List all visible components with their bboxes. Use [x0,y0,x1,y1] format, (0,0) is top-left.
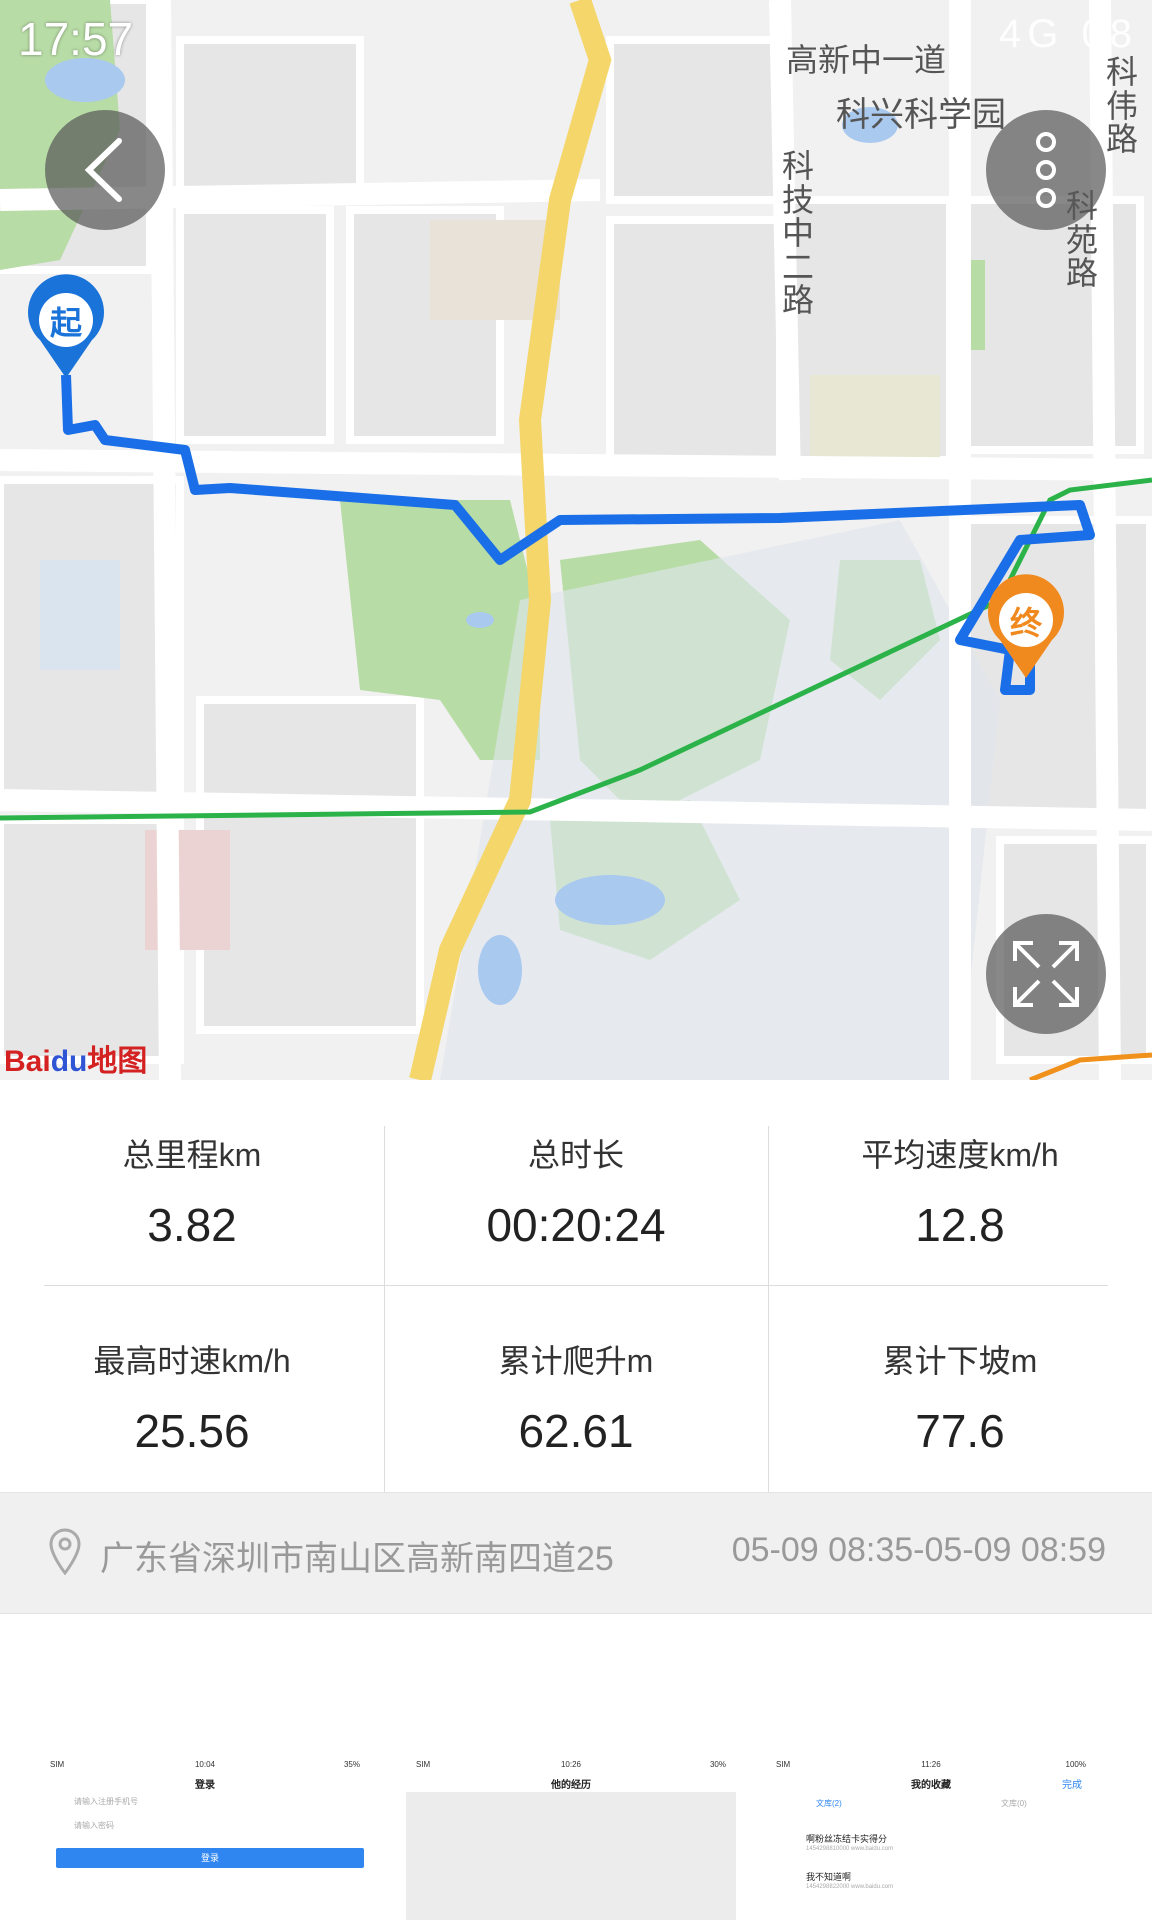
stat-climb: 累计爬升m 62.61 [384,1336,768,1458]
stat-value: 00:20:24 [486,1199,666,1251]
thumb-done: 完成 [1062,1780,1082,1791]
fullscreen-button[interactable] [986,914,1106,1034]
thumb-input: 请输入密码 [74,1821,114,1830]
stat-label: 总时长 [527,1137,624,1173]
stat-value: 12.8 [915,1199,1005,1251]
map-road-label: 科技中二路 [782,147,815,320]
thumb-tab: 文库(2) [816,1799,842,1808]
stat-label: 最高时速km/h [93,1343,291,1379]
stat-avg-speed: 平均速度km/h 12.8 [768,1130,1152,1252]
chevron-left-icon [84,138,122,202]
end-marker-label: 终 [1009,604,1042,642]
thumb-title: 登录 [195,1780,215,1791]
stat-value: 62.61 [518,1405,634,1457]
thumb-content [406,1792,736,1920]
thumb-tab: 文库(0) [1001,1799,1027,1808]
stats-panel: 总里程km 3.82 总时长 00:20:24 平均速度km/h 12.8 最高… [0,1080,1152,1492]
back-button[interactable] [45,110,165,230]
thumb-time: 10:04 [194,1760,216,1769]
map-view[interactable]: 高新中一道 科兴科学园 科伟路 科技中二路 科苑路 起 终 Baidu地图 [0,0,1152,1080]
thumb-item-sub: 1454298822000 www.baidu.com [806,1884,894,1890]
screenshot-thumbnail[interactable]: SIM 11:26 100% 我的收藏 完成 文库(2) 文库(0) 啊粉丝冻结… [766,1758,1096,1920]
logo-suffix: 地图 [87,1045,148,1078]
expand-icon [1013,941,1079,1007]
divider [384,1126,385,1492]
screenshot-thumbnail[interactable]: SIM 10:04 35% 登录 请输入注册手机号 请输入密码 登录 [40,1758,370,1920]
divider [768,1126,769,1492]
time-range: 05-09 08:35-05-09 08:59 [731,1531,1106,1569]
address-bar: 广东省深圳市南山区高新南四道25 05-09 08:35-05-09 08:59 [0,1492,1152,1614]
stat-value: 77.6 [915,1405,1005,1457]
map-canvas [0,0,1152,1080]
block-blue [40,560,120,670]
stat-label: 总里程km [122,1137,262,1173]
thumb-login-button: 登录 [56,1848,364,1868]
map-park-label: 科兴科学园 [836,95,1006,135]
thumb-time: 10:26 [560,1760,582,1769]
stat-descent: 累计下坡m 77.6 [768,1336,1152,1458]
thumb-title: 他的经历 [551,1780,591,1791]
location-pin-icon [49,1528,81,1575]
stat-label: 累计下坡m [882,1343,1038,1379]
stat-duration: 总时长 00:20:24 [384,1130,768,1252]
status-time: 17:57 [18,13,134,65]
logo-text: Bai [4,1045,51,1078]
stat-value: 25.56 [134,1405,250,1457]
stat-label: 平均速度km/h [861,1137,1059,1173]
thumb-battery: 30% [709,1760,726,1769]
thumb-time: 11:26 [921,1760,941,1769]
thumb-battery: 100% [1065,1760,1086,1769]
thumb-status-bar: SIM 10:04 35% [40,1758,370,1772]
address-text: 广东省深圳市南山区高新南四道25 [100,1540,614,1578]
stat-value: 3.82 [147,1199,237,1251]
stat-max-speed: 最高时速km/h 25.56 [0,1336,384,1458]
thumb-battery: 35% [343,1760,360,1769]
stat-label: 累计爬升m [498,1343,654,1379]
logo-paw: du [50,1045,88,1078]
baidu-map-logo: Baidu地图 [4,1036,147,1080]
more-vertical-icon [1036,132,1056,208]
start-marker-label: 起 [49,304,82,342]
thumb-item-sub: 1454298810000 www.baidu.com [806,1846,894,1852]
thumb-title: 我的收藏 [911,1780,951,1791]
thumb-item: 我不知道啊 [806,1872,852,1882]
divider [44,1285,1108,1286]
screenshot-thumbnail[interactable]: SIM 10:26 30% 他的经历 [406,1758,736,1920]
status-icons: 4G 08 [999,12,1138,56]
thumb-item: 啊粉丝冻结卡实得分 [806,1834,888,1844]
more-button[interactable] [986,110,1106,230]
thumb-input: 请输入注册手机号 [74,1797,138,1806]
thumb-status-bar: SIM 11:26 100% [766,1758,1096,1772]
status-bar: 17:57 4G 08 [0,0,1152,80]
thumb-status-bar: SIM 10:26 30% [406,1758,736,1772]
stat-distance: 总里程km 3.82 [0,1130,384,1252]
